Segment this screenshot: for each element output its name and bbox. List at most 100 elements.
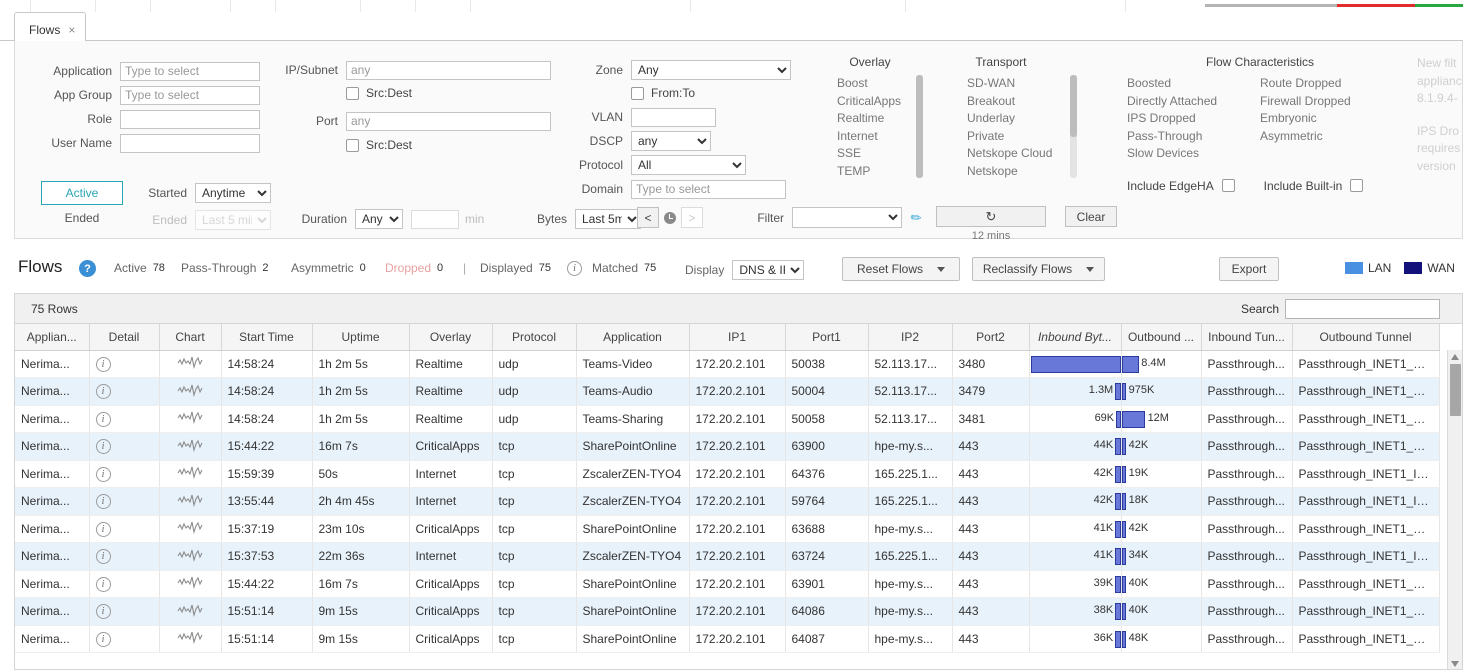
- detail-info-icon[interactable]: i: [95, 384, 111, 400]
- detail-info-icon[interactable]: i: [95, 494, 111, 510]
- clear-button[interactable]: Clear: [1065, 206, 1117, 227]
- refresh-button[interactable]: ↻: [936, 206, 1046, 227]
- flow-char-item[interactable]: Firewall Dropped: [1260, 93, 1405, 111]
- filter-select[interactable]: [792, 207, 902, 228]
- table-row[interactable]: Nerima... i 15:51:14 9m 15s CriticalApps tcp S…: [15, 597, 1440, 626]
- cell-chart[interactable]: [159, 625, 222, 653]
- col-chart[interactable]: Chart: [159, 324, 222, 351]
- flow-char-item[interactable]: IPS Dropped: [1127, 110, 1260, 128]
- overlay-item[interactable]: Internet: [837, 128, 925, 146]
- col-application[interactable]: Application: [576, 324, 690, 351]
- overlay-item[interactable]: SSE: [837, 145, 925, 163]
- table-row[interactable]: Nerima... i 14:58:24 1h 2m 5s Realtime udp Tea…: [15, 405, 1440, 433]
- table-row[interactable]: Nerima... i 14:58:24 1h 2m 5s Realtime udp Tea…: [15, 377, 1440, 406]
- col-ip1[interactable]: IP1: [689, 324, 786, 351]
- transport-item[interactable]: SD-WAN: [967, 75, 1085, 93]
- port-srcdest-checkbox[interactable]: [346, 138, 359, 152]
- detail-info-icon[interactable]: i: [95, 549, 111, 565]
- col-protocol[interactable]: Protocol: [492, 324, 577, 351]
- overlay-item[interactable]: TEMP: [837, 163, 925, 181]
- dropped-stat-label[interactable]: Dropped: [385, 261, 431, 275]
- application-input[interactable]: [120, 61, 260, 81]
- cell-chart[interactable]: [159, 432, 222, 461]
- flow-char-item[interactable]: Boosted: [1127, 75, 1260, 93]
- close-icon[interactable]: ×: [68, 23, 75, 37]
- transport-item[interactable]: Breakout: [967, 93, 1085, 111]
- col-start-time[interactable]: Start Time: [221, 324, 313, 351]
- prev-button[interactable]: <: [637, 207, 659, 228]
- include-builtin-checkbox[interactable]: [1350, 179, 1364, 192]
- reclassify-flows-button[interactable]: Reclassify Flows: [972, 257, 1105, 281]
- passthrough-stat-label[interactable]: Pass-Through: [181, 261, 256, 275]
- table-row[interactable]: Nerima... i 13:55:44 2h 4m 45s Internet tcp Zs…: [15, 487, 1440, 516]
- cell-chart[interactable]: [159, 515, 222, 543]
- duration-select[interactable]: Any: [355, 209, 403, 229]
- col-inbound-tunnel[interactable]: Inbound Tun...: [1201, 324, 1293, 351]
- col-uptime[interactable]: Uptime: [312, 324, 410, 351]
- info-icon[interactable]: i: [567, 261, 582, 276]
- transport-item[interactable]: Underlay: [967, 110, 1085, 128]
- table-vertical-scrollbar[interactable]: [1447, 350, 1462, 669]
- domain-input[interactable]: [631, 179, 786, 199]
- port-input[interactable]: [346, 111, 551, 131]
- protocol-select[interactable]: All: [631, 155, 746, 175]
- transport-scrollbar[interactable]: [1070, 75, 1077, 178]
- cell-chart[interactable]: [159, 405, 222, 433]
- col-overlay[interactable]: Overlay: [409, 324, 493, 351]
- app-group-input[interactable]: [120, 85, 260, 105]
- active-button[interactable]: Active: [41, 181, 123, 205]
- cell-chart[interactable]: [159, 350, 222, 378]
- flow-char-item[interactable]: Slow Devices: [1127, 145, 1260, 163]
- overlay-item[interactable]: Realtime: [837, 110, 925, 128]
- search-input[interactable]: [1285, 299, 1440, 319]
- detail-info-icon[interactable]: i: [95, 576, 111, 592]
- started-select[interactable]: Anytime: [195, 183, 271, 203]
- col-appliance[interactable]: Applian...: [15, 324, 90, 351]
- active-stat-label[interactable]: Active: [114, 261, 147, 275]
- col-port1[interactable]: Port1: [785, 324, 869, 351]
- table-row[interactable]: Nerima... i 15:51:14 9m 15s CriticalApps tcp S…: [15, 625, 1440, 653]
- from-to-checkbox[interactable]: [631, 86, 644, 100]
- transport-list[interactable]: SD-WAN Breakout Underlay Private Netskop…: [945, 75, 1085, 180]
- cell-chart[interactable]: [159, 542, 222, 571]
- col-outbound-bytes[interactable]: Outbound ...: [1121, 324, 1202, 351]
- user-name-input[interactable]: [120, 133, 260, 153]
- ended-button[interactable]: Ended: [41, 211, 123, 225]
- table-row[interactable]: Nerima... i 15:59:39 50s Internet tcp ZscalerZ…: [15, 460, 1440, 488]
- overlay-list[interactable]: Boost CriticalApps Realtime Internet SSE…: [815, 75, 925, 180]
- flow-char-item[interactable]: Directly Attached: [1127, 93, 1260, 111]
- detail-info-icon[interactable]: i: [95, 439, 111, 455]
- detail-info-icon[interactable]: i: [95, 411, 111, 427]
- transport-item[interactable]: Netskope: [967, 163, 1085, 181]
- detail-info-icon[interactable]: i: [95, 604, 111, 620]
- display-select[interactable]: DNS & IP: [732, 260, 805, 280]
- table-row[interactable]: Nerima... i 15:37:53 22m 36s Internet tcp Zsca…: [15, 542, 1440, 571]
- export-button[interactable]: Export: [1219, 257, 1279, 281]
- dscp-select[interactable]: any: [631, 131, 711, 151]
- overlay-scrollbar[interactable]: [916, 75, 923, 178]
- scroll-up-icon[interactable]: [1451, 354, 1459, 360]
- help-icon[interactable]: ?: [79, 260, 96, 277]
- bytes-select[interactable]: Last 5m: [575, 209, 641, 229]
- table-row[interactable]: Nerima... i 15:37:19 23m 10s CriticalApps tcp…: [15, 515, 1440, 543]
- flow-char-item[interactable]: Asymmetric: [1260, 128, 1405, 146]
- cell-chart[interactable]: [159, 487, 222, 516]
- detail-info-icon[interactable]: i: [95, 521, 111, 537]
- edit-pencil-icon[interactable]: ✎: [907, 208, 926, 227]
- cell-chart[interactable]: [159, 570, 222, 598]
- detail-info-icon[interactable]: i: [95, 631, 111, 647]
- flow-char-item[interactable]: Pass-Through: [1127, 128, 1260, 146]
- zone-select[interactable]: Any: [631, 60, 791, 80]
- detail-info-icon[interactable]: i: [95, 466, 111, 482]
- table-row[interactable]: Nerima... i 14:58:24 1h 2m 5s Realtime udp Tea…: [15, 350, 1440, 378]
- cell-chart[interactable]: [159, 377, 222, 406]
- flow-char-item[interactable]: Embryonic: [1260, 110, 1405, 128]
- col-outbound-tunnel[interactable]: Outbound Tunnel: [1292, 324, 1440, 351]
- table-row[interactable]: Nerima... i 15:44:22 16m 7s CriticalApps tcp S…: [15, 570, 1440, 598]
- col-port2[interactable]: Port2: [952, 324, 1030, 351]
- scroll-thumb[interactable]: [1450, 364, 1461, 416]
- vlan-input[interactable]: [631, 107, 716, 127]
- asymmetric-stat-label[interactable]: Asymmetric: [291, 261, 354, 275]
- cell-chart[interactable]: [159, 460, 222, 488]
- transport-item[interactable]: Private: [967, 128, 1085, 146]
